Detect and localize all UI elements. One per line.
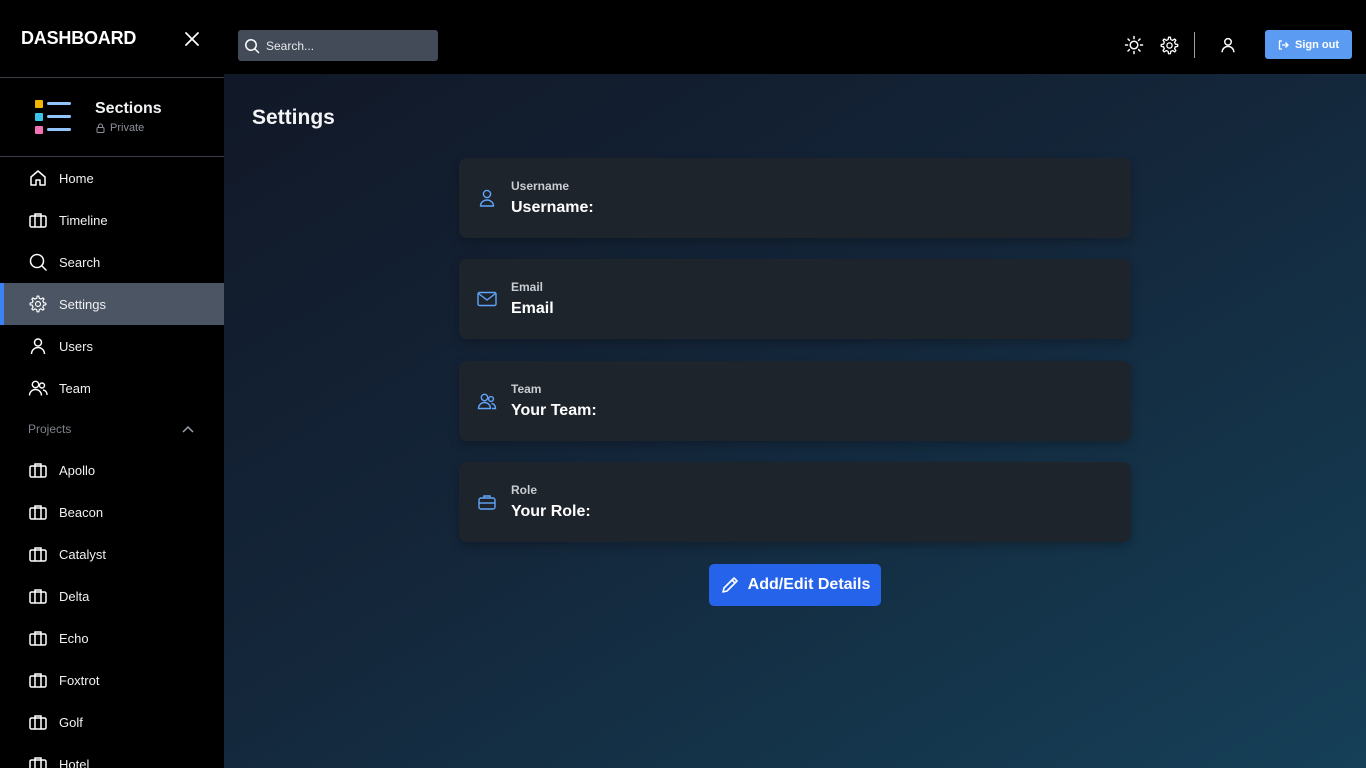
- sidebar-item-settings[interactable]: Settings: [0, 283, 224, 325]
- page-title: Settings: [252, 106, 335, 129]
- sidebar-item-home[interactable]: Home: [0, 157, 224, 199]
- card-value: Username:: [511, 199, 594, 216]
- briefcase-icon: [476, 491, 498, 513]
- main-nav: Home Timeline Search Settings Users Team: [0, 157, 224, 409]
- topbar: Sign out: [224, 0, 1366, 74]
- close-icon[interactable]: [182, 29, 202, 49]
- briefcase-icon: [28, 210, 48, 230]
- gear-icon[interactable]: [1158, 34, 1180, 56]
- section-switcher[interactable]: Sections Private: [0, 78, 224, 157]
- briefcase-icon: [28, 754, 48, 768]
- sidebar-item-label: Hotel: [59, 756, 90, 768]
- sign-out-label: Sign out: [1295, 38, 1339, 51]
- sidebar-item-label: Home: [59, 170, 94, 186]
- search-input[interactable]: [266, 38, 426, 53]
- username-card: Username Username:: [459, 158, 1131, 238]
- sidebar-item-team[interactable]: Team: [0, 367, 224, 409]
- sidebar-item-catalyst[interactable]: Catalyst: [0, 533, 224, 575]
- briefcase-icon: [28, 586, 48, 606]
- card-value: Your Role:: [511, 503, 591, 520]
- visibility-label: Private: [110, 122, 145, 134]
- briefcase-icon: [28, 670, 48, 690]
- sidebar-item-label: Search: [59, 254, 101, 270]
- card-label: Username: [511, 179, 570, 193]
- users-icon: [476, 390, 498, 412]
- projects-label: Projects: [28, 422, 72, 436]
- topbar-divider: [1194, 32, 1195, 58]
- sidebar-item-apollo[interactable]: Apollo: [0, 449, 224, 491]
- user-icon: [476, 187, 498, 209]
- search-box: [238, 30, 438, 61]
- mail-icon: [476, 288, 498, 310]
- sidebar-item-beacon[interactable]: Beacon: [0, 491, 224, 533]
- sidebar-item-echo[interactable]: Echo: [0, 617, 224, 659]
- users-icon: [28, 378, 48, 398]
- add-edit-label: Add/Edit Details: [747, 576, 871, 593]
- section-title: Sections: [95, 100, 162, 117]
- briefcase-icon: [28, 544, 48, 564]
- user-icon: [28, 336, 48, 356]
- sidebar-item-foxtrot[interactable]: Foxtrot: [0, 659, 224, 701]
- card-label: Role: [511, 483, 538, 497]
- sidebar-item-label: Echo: [59, 630, 89, 646]
- sign-out-icon: [1278, 39, 1289, 50]
- sidebar-item-label: Catalyst: [59, 546, 106, 562]
- card-label: Team: [511, 382, 542, 396]
- gear-icon: [28, 294, 48, 314]
- home-icon: [28, 168, 48, 188]
- sidebar-item-hotel[interactable]: Hotel: [0, 743, 224, 768]
- sidebar-item-users[interactable]: Users: [0, 325, 224, 367]
- sun-icon[interactable]: [1123, 34, 1145, 56]
- sidebar-item-label: Golf: [59, 714, 83, 730]
- search-icon: [245, 38, 260, 53]
- sections-logo-icon: [32, 96, 74, 138]
- pencil-icon: [721, 577, 738, 593]
- add-edit-details-button[interactable]: Add/Edit Details: [709, 564, 881, 606]
- sidebar-item-label: Delta: [59, 588, 90, 604]
- sidebar-item-delta[interactable]: Delta: [0, 575, 224, 617]
- briefcase-icon: [28, 460, 48, 480]
- sidebar: DASHBOARD Sections Private Home Timeline…: [0, 0, 224, 768]
- projects-group-toggle[interactable]: Projects: [0, 409, 224, 449]
- lock-icon: [96, 123, 105, 133]
- sidebar-item-label: Settings: [59, 296, 106, 312]
- email-card: Email Email: [459, 259, 1131, 339]
- projects-nav: Apollo Beacon Catalyst Delta Echo Foxtro…: [0, 449, 224, 768]
- main-content: Settings Username Username: Email Email …: [224, 74, 1366, 768]
- sidebar-item-search[interactable]: Search: [0, 241, 224, 283]
- card-value: Your Team:: [511, 402, 597, 419]
- sidebar-item-label: Apollo: [59, 462, 96, 478]
- search-icon: [28, 252, 48, 272]
- chevron-up-icon: [182, 425, 194, 433]
- briefcase-icon: [28, 712, 48, 732]
- sidebar-item-golf[interactable]: Golf: [0, 701, 224, 743]
- sidebar-item-label: Foxtrot: [59, 672, 100, 688]
- sidebar-header: DASHBOARD: [0, 0, 224, 78]
- team-card: Team Your Team:: [459, 361, 1131, 441]
- briefcase-icon: [28, 502, 48, 522]
- sidebar-item-label: Timeline: [59, 212, 108, 228]
- sidebar-item-label: Users: [59, 338, 93, 354]
- user-icon[interactable]: [1217, 34, 1239, 56]
- sign-out-button[interactable]: Sign out: [1265, 30, 1352, 59]
- brand-title: DASHBOARD: [21, 28, 137, 48]
- section-visibility: Private: [95, 122, 162, 134]
- role-card: Role Your Role:: [459, 462, 1131, 542]
- card-value: Email: [511, 300, 554, 317]
- sidebar-item-timeline[interactable]: Timeline: [0, 199, 224, 241]
- briefcase-icon: [28, 628, 48, 648]
- sidebar-item-label: Beacon: [59, 504, 104, 520]
- sidebar-item-label: Team: [59, 380, 91, 396]
- card-label: Email: [511, 280, 544, 294]
